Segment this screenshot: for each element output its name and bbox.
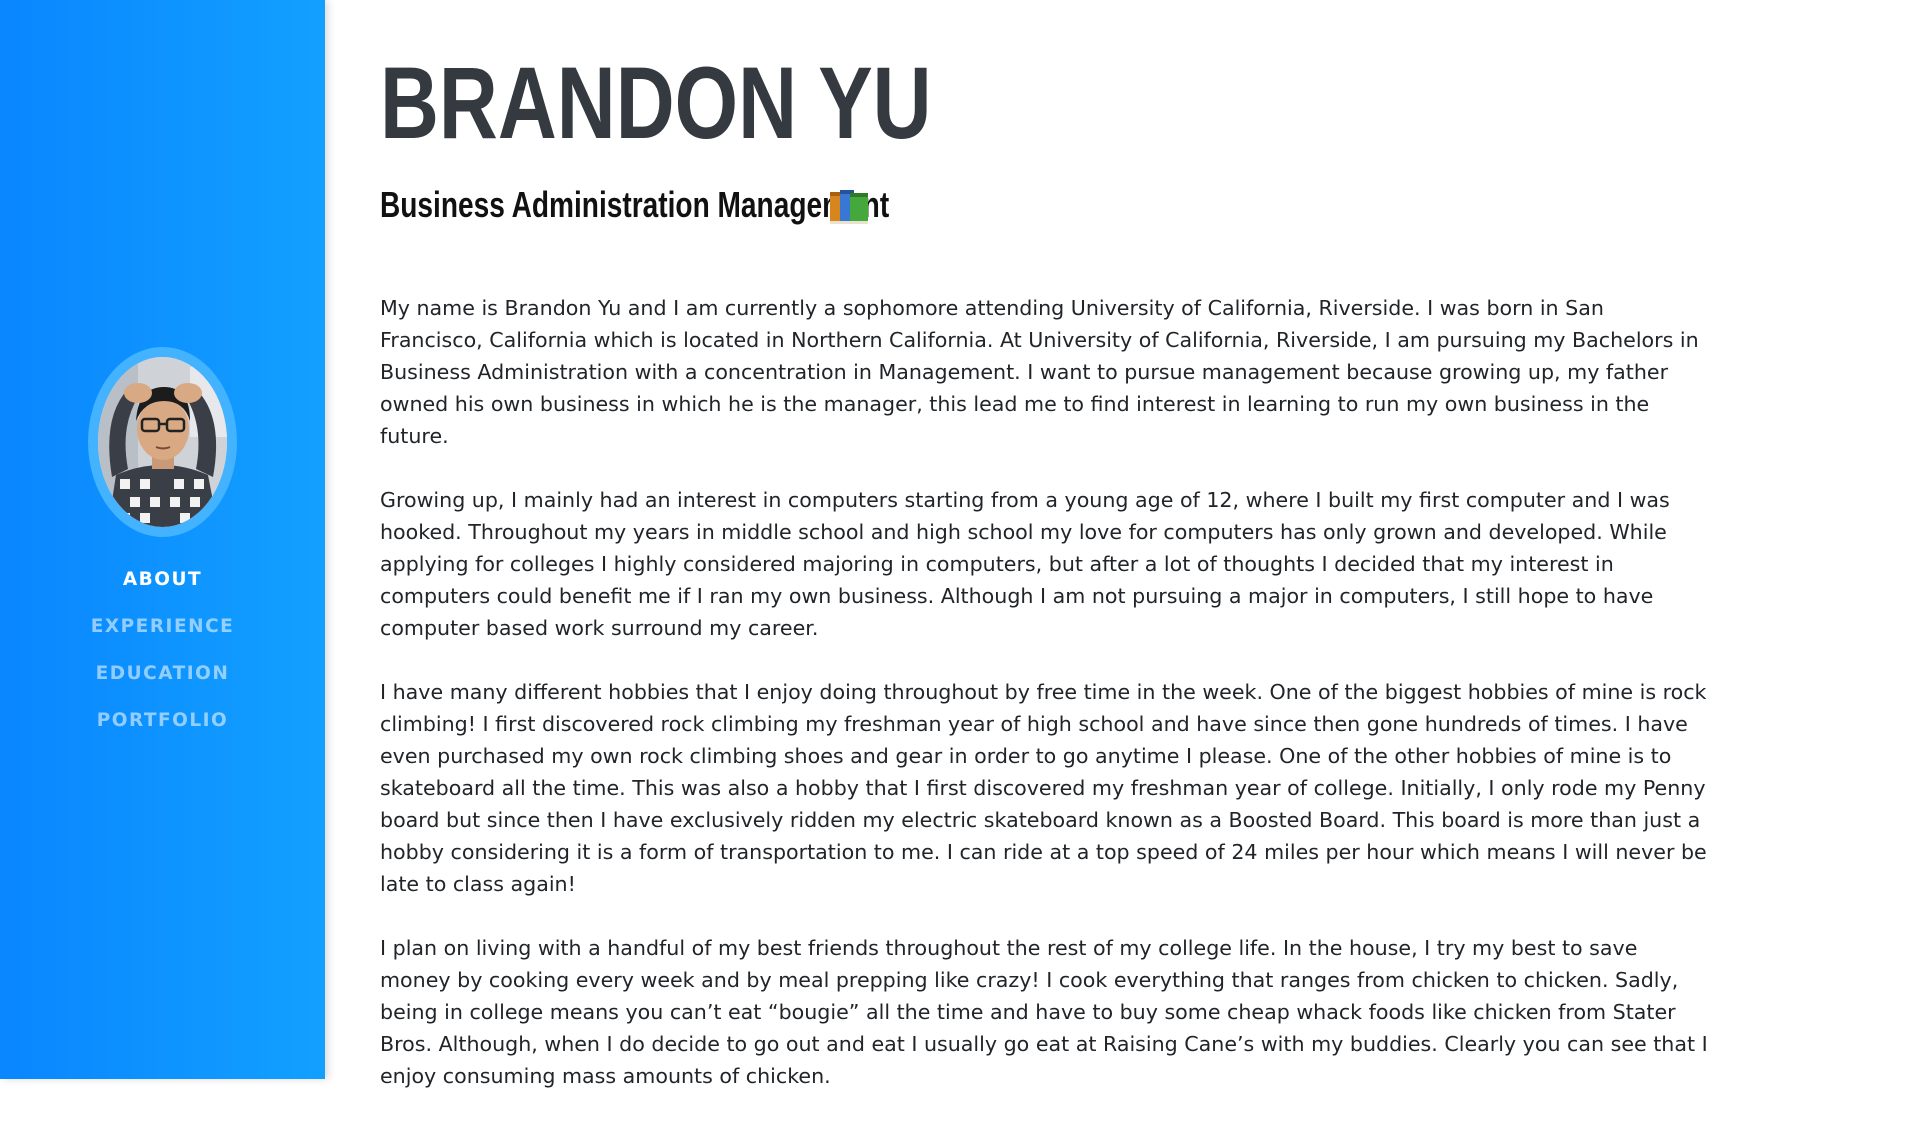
sidebar: ABOUT EXPERIENCE EDUCATION PORTFOLIO	[0, 0, 325, 1079]
books-icon	[830, 190, 868, 224]
bio-paragraph: Growing up, I mainly had an interest in …	[380, 488, 1670, 640]
sidebar-nav: ABOUT EXPERIENCE EDUCATION PORTFOLIO	[0, 563, 325, 751]
page-subtitle: Business Administration Management	[380, 185, 1033, 225]
nav-item-experience[interactable]: EXPERIENCE	[0, 610, 325, 657]
nav-item-education[interactable]: EDUCATION	[0, 657, 325, 704]
bio-section: My name is Brandon Yu and I am currently…	[380, 292, 1710, 1124]
nav-item-about[interactable]: ABOUT	[0, 563, 325, 610]
avatar-photo	[98, 357, 227, 527]
nav-item-portfolio[interactable]: PORTFOLIO	[0, 704, 325, 751]
avatar-frame	[88, 347, 237, 537]
bio-paragraph: My name is Brandon Yu and I am currently…	[380, 296, 1699, 448]
bio-paragraph: I have many different hobbies that I enj…	[380, 680, 1707, 896]
bio-paragraph: I plan on living with a handful of my be…	[380, 936, 1708, 1088]
subtitle-text: Business Administration Management	[380, 184, 890, 225]
page-title: BRANDON YU	[380, 46, 932, 160]
avatar	[98, 357, 227, 527]
